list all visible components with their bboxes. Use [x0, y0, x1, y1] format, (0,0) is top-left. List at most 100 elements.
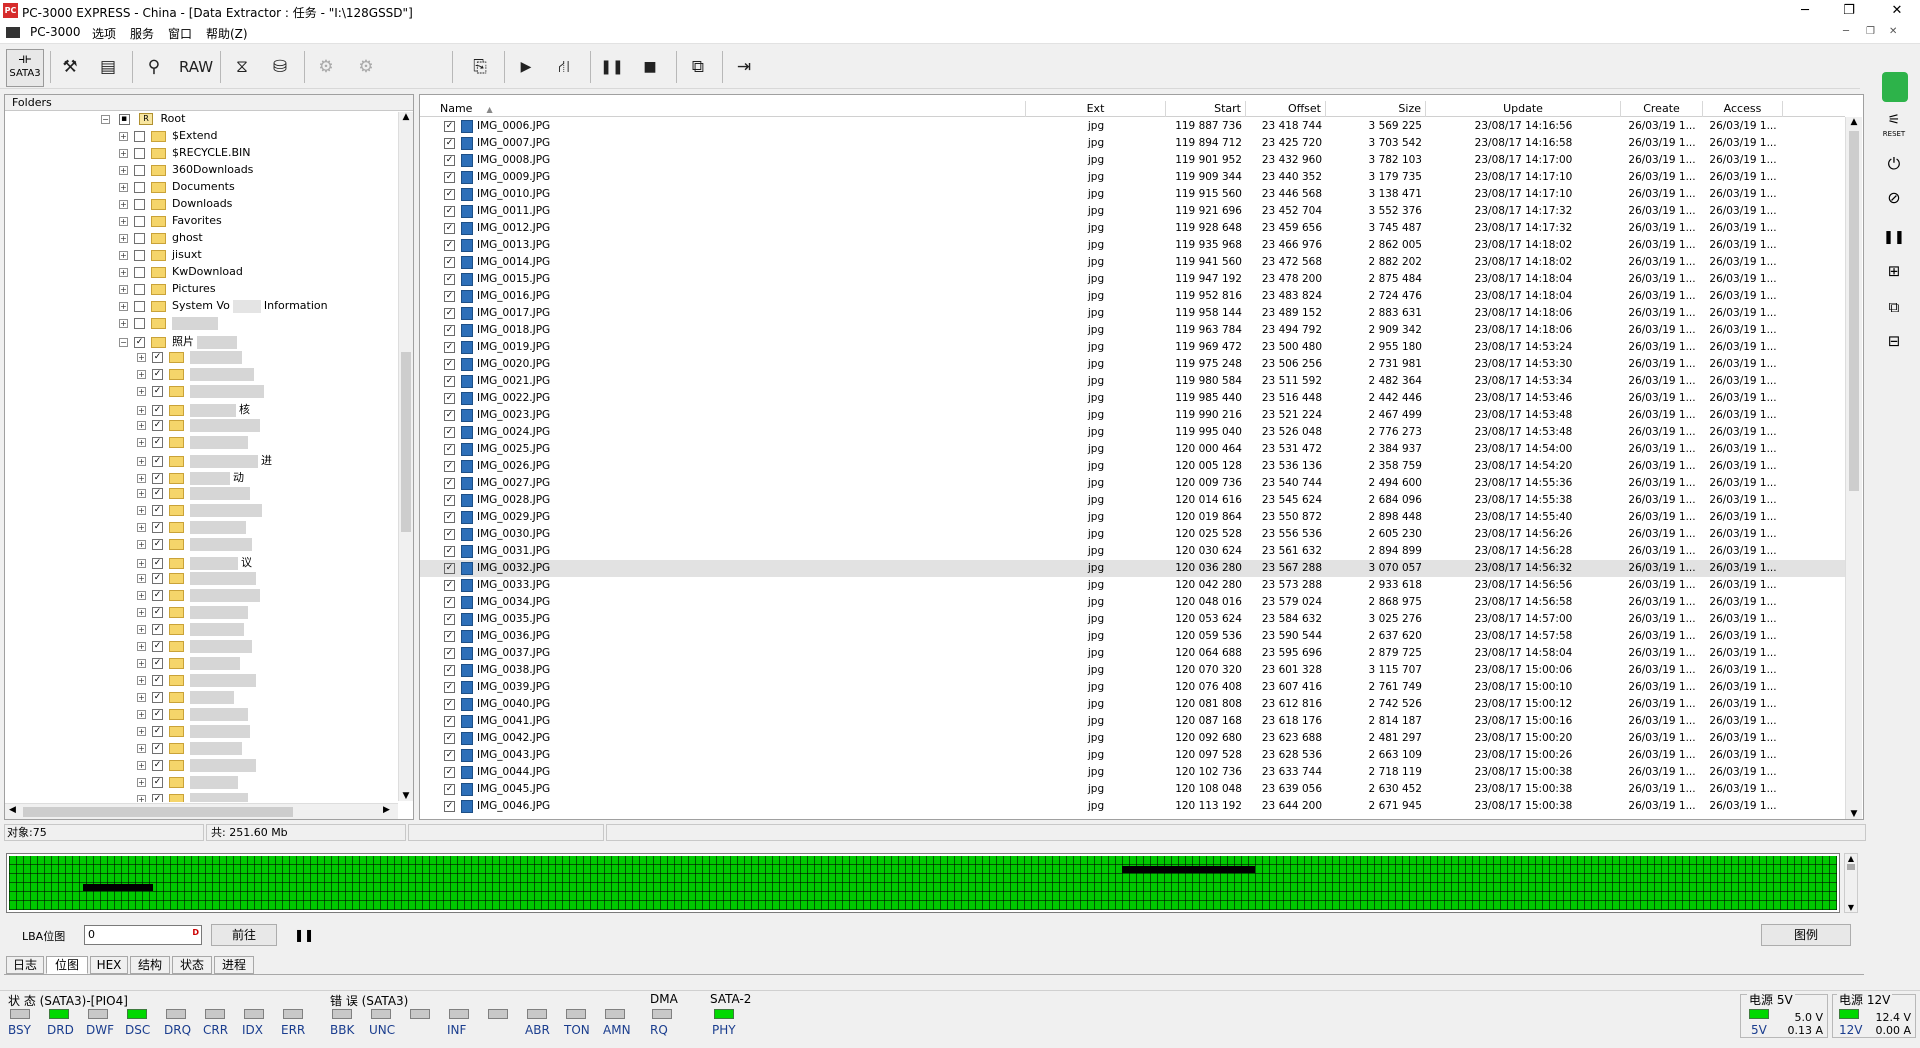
file-row[interactable]: ✓ IMG_0025.JPG jpg 120 000 464 23 531 472 2 3…: [420, 441, 1845, 458]
checkbox[interactable]: ✓: [152, 708, 163, 720]
tab-status[interactable]: 状态: [172, 956, 212, 974]
expand-icon[interactable]: +: [137, 369, 146, 379]
file-checkbox[interactable]: ✓: [444, 580, 455, 591]
mdi-close-icon[interactable]: ✕: [1889, 26, 1897, 37]
expand-icon[interactable]: +: [119, 182, 128, 192]
tree-node[interactable]: + Documents: [5, 180, 397, 197]
sort-icon[interactable]: ⧖: [226, 51, 258, 83]
checkbox[interactable]: [134, 198, 145, 210]
tree-node-subfolder[interactable]: + ✓: [5, 350, 397, 367]
file-row[interactable]: ✓ IMG_0037.JPG jpg 120 064 688 23 595 696 2 8…: [420, 645, 1845, 662]
expand-icon[interactable]: +: [119, 148, 128, 158]
col-access[interactable]: Access: [1703, 101, 1783, 117]
tree-node[interactable]: + Pictures: [5, 282, 397, 299]
checkbox[interactable]: ✓: [152, 793, 163, 802]
tree-node-subfolder[interactable]: + ✓: [5, 605, 397, 622]
tree-node-subfolder[interactable]: + ✓: [5, 486, 397, 503]
checkbox[interactable]: ✓: [152, 487, 163, 499]
mdi-minimize-icon[interactable]: ─: [1843, 26, 1849, 37]
files-vertical-scrollbar[interactable]: ▲ ▼: [1845, 117, 1862, 819]
file-row[interactable]: ✓ IMG_0023.JPG jpg 119 990 216 23 521 224 2 4…: [420, 407, 1845, 424]
exit-icon[interactable]: ⇥: [728, 51, 760, 83]
file-row[interactable]: ✓ IMG_0024.JPG jpg 119 995 040 23 526 048 2 7…: [420, 424, 1845, 441]
scroll-thumb[interactable]: [1847, 864, 1855, 870]
file-checkbox[interactable]: ✓: [444, 274, 455, 285]
expand-icon[interactable]: +: [119, 199, 128, 209]
file-row[interactable]: ✓ IMG_0026.JPG jpg 120 005 128 23 536 136 2 3…: [420, 458, 1845, 475]
file-checkbox[interactable]: ✓: [444, 784, 455, 795]
file-checkbox[interactable]: ✓: [444, 767, 455, 778]
tree-node-subfolder[interactable]: + ✓: [5, 588, 397, 605]
col-size[interactable]: Size: [1326, 101, 1426, 117]
checkbox[interactable]: ✓: [152, 589, 163, 601]
bitmap-scrollbar[interactable]: ▲ ▼: [1844, 853, 1858, 913]
pause-icon[interactable]: ❚❚: [1874, 230, 1914, 245]
file-row[interactable]: ✓ IMG_0027.JPG jpg 120 009 736 23 540 744 2 4…: [420, 475, 1845, 492]
file-checkbox[interactable]: ✓: [444, 682, 455, 693]
file-row[interactable]: ✓ IMG_0038.JPG jpg 120 070 320 23 601 328 3 1…: [420, 662, 1845, 679]
expand-icon[interactable]: +: [119, 284, 128, 294]
file-checkbox[interactable]: ✓: [444, 614, 455, 625]
pause-bitmap-button[interactable]: ❚❚: [294, 928, 314, 942]
checkbox[interactable]: [134, 164, 145, 176]
checkbox[interactable]: ✓: [152, 725, 163, 737]
expand-icon[interactable]: +: [137, 420, 146, 430]
expand-icon[interactable]: +: [137, 675, 146, 685]
file-checkbox[interactable]: ✓: [444, 376, 455, 387]
scroll-thumb[interactable]: [1849, 131, 1859, 491]
expand-icon[interactable]: +: [137, 505, 146, 515]
tree-node-subfolder[interactable]: + ✓: [5, 622, 397, 639]
menu-service[interactable]: 服务: [130, 25, 154, 42]
folders-horizontal-scrollbar[interactable]: ◀ ▶: [5, 803, 398, 819]
scroll-up-icon[interactable]: ▲: [399, 112, 413, 122]
mdi-restore-icon[interactable]: ❐: [1866, 26, 1875, 37]
tree-node[interactable]: + Favorites: [5, 214, 397, 231]
expand-icon[interactable]: +: [137, 641, 146, 651]
file-row[interactable]: ✓ IMG_0044.JPG jpg 120 102 736 23 633 744 2 7…: [420, 764, 1845, 781]
expand-icon[interactable]: +: [119, 216, 128, 226]
power-off-icon[interactable]: ⊘: [1874, 188, 1914, 207]
network-tree-icon[interactable]: ⚙: [350, 51, 382, 83]
file-row[interactable]: ✓ IMG_0045.JPG jpg 120 108 048 23 639 056 2 6…: [420, 781, 1845, 798]
tree-node-subfolder[interactable]: + ✓: [5, 537, 397, 554]
tree-node-subfolder[interactable]: + ✓ 议: [5, 554, 397, 571]
folders-vertical-scrollbar[interactable]: ▲ ▼: [398, 112, 413, 801]
checkbox[interactable]: [134, 232, 145, 244]
expand-icon[interactable]: +: [119, 233, 128, 243]
tree-node-subfolder[interactable]: + ✓: [5, 435, 397, 452]
tree-node-subfolder[interactable]: + ✓: [5, 741, 397, 758]
file-checkbox[interactable]: ✓: [444, 648, 455, 659]
file-checkbox[interactable]: ✓: [444, 138, 455, 149]
checkbox[interactable]: ✓: [152, 759, 163, 771]
expand-icon[interactable]: +: [137, 692, 146, 702]
expand-icon[interactable]: +: [137, 558, 146, 568]
file-checkbox[interactable]: ✓: [444, 478, 455, 489]
expand-icon[interactable]: +: [137, 386, 146, 396]
expand-icon[interactable]: +: [137, 437, 146, 447]
expand-icon[interactable]: +: [119, 131, 128, 141]
tree-node-subfolder[interactable]: + ✓: [5, 384, 397, 401]
stop-icon[interactable]: ■: [634, 51, 666, 83]
go-button[interactable]: 前往: [211, 924, 277, 946]
file-row[interactable]: ✓ IMG_0043.JPG jpg 120 097 528 23 628 536 2 6…: [420, 747, 1845, 764]
checkbox[interactable]: ✓: [152, 674, 163, 686]
file-checkbox[interactable]: ✓: [444, 325, 455, 336]
power-switch-icon[interactable]: ⏻: [1874, 154, 1914, 174]
file-row[interactable]: ✓ IMG_0019.JPG jpg 119 969 472 23 500 480 2 9…: [420, 339, 1845, 356]
file-checkbox[interactable]: ✓: [444, 750, 455, 761]
file-checkbox[interactable]: ✓: [444, 257, 455, 268]
file-checkbox[interactable]: ✓: [444, 308, 455, 319]
expand-icon[interactable]: +: [119, 165, 128, 175]
checkbox[interactable]: ✓: [152, 691, 163, 703]
scroll-right-icon[interactable]: ▶: [383, 805, 390, 815]
file-row[interactable]: ✓ IMG_0008.JPG jpg 119 901 952 23 432 960 3 7…: [420, 152, 1845, 169]
file-checkbox[interactable]: ✓: [444, 631, 455, 642]
checkbox[interactable]: ✓: [152, 455, 163, 467]
tab-bitmap[interactable]: 位图: [46, 956, 88, 974]
disk-export-icon[interactable]: ⛁: [264, 51, 296, 83]
file-checkbox[interactable]: ✓: [444, 733, 455, 744]
checkbox[interactable]: ✓: [152, 572, 163, 584]
maximize-button[interactable]: ❐: [1826, 0, 1872, 22]
file-row[interactable]: ✓ IMG_0017.JPG jpg 119 958 144 23 489 152 2 8…: [420, 305, 1845, 322]
dec-hex-toggle-icon[interactable]: D: [192, 928, 199, 937]
